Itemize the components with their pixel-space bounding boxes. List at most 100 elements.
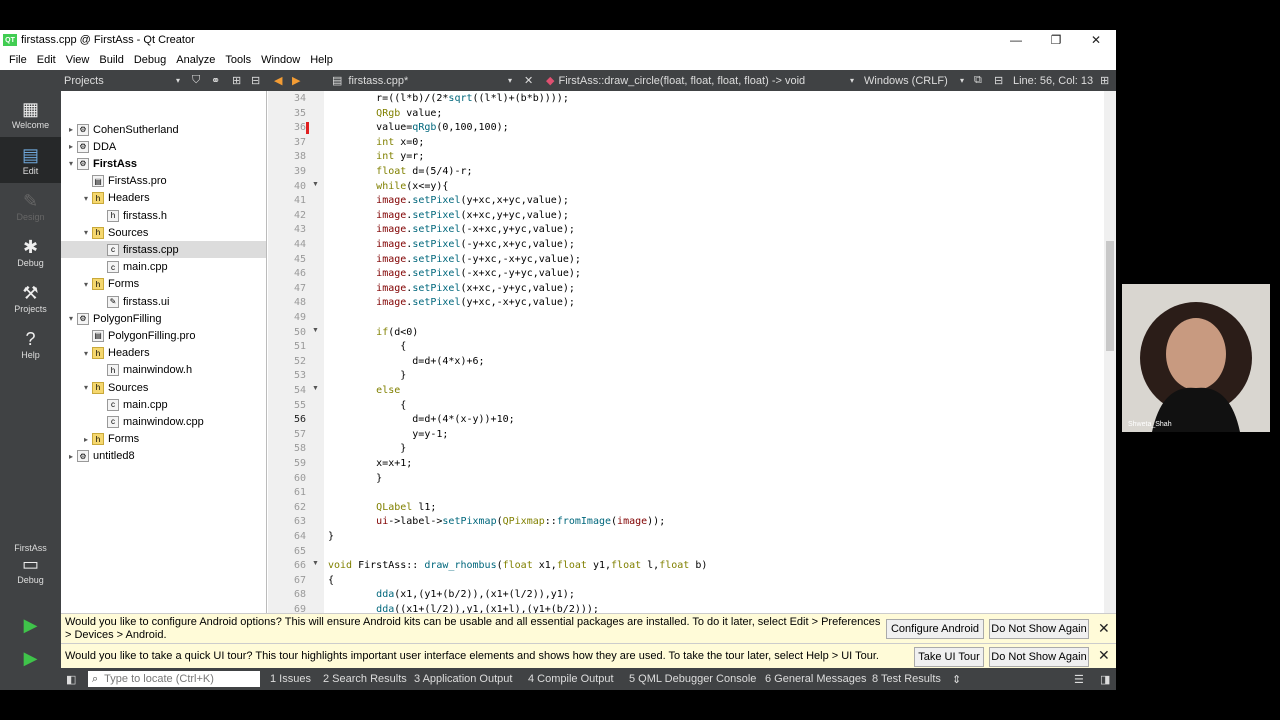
fold-marker-icon[interactable]: ▼ bbox=[312, 327, 319, 334]
code-line[interactable]: { bbox=[328, 400, 406, 411]
code-line[interactable]: if(d<0) bbox=[328, 327, 418, 338]
tree-item[interactable]: c mainwindow.cpp bbox=[61, 413, 266, 430]
code-line[interactable]: image.setPixel(-y+xc,-x+yc,value); bbox=[328, 254, 581, 265]
close-icon[interactable]: ✕ bbox=[1098, 647, 1110, 664]
restore-icon[interactable]: ❐ bbox=[1036, 30, 1076, 50]
mode-projects[interactable]: ⚒ Projects bbox=[0, 275, 61, 321]
forward-icon[interactable]: ▶ bbox=[292, 70, 300, 91]
take-ui-tour-button[interactable]: Take UI Tour bbox=[914, 647, 984, 667]
code-line[interactable]: ui->label->setPixmap(QPixmap::fromImage(… bbox=[328, 516, 665, 527]
chevron-down-icon[interactable]: ▾ bbox=[80, 194, 92, 203]
file-tab[interactable]: ▤ firstass.cpp* ▾ bbox=[332, 70, 518, 91]
tree-item[interactable]: ▤ PolygonFilling.pro bbox=[61, 327, 266, 344]
mode-edit[interactable]: ▤ Edit bbox=[0, 137, 61, 183]
code-line[interactable]: QLabel l1; bbox=[328, 502, 436, 513]
link-icon[interactable]: ⚭ bbox=[211, 70, 220, 91]
chevron-right-icon[interactable]: ▸ bbox=[80, 435, 92, 444]
code-line[interactable]: image.setPixel(x+xc,y+yc,value); bbox=[328, 210, 569, 221]
locator-input[interactable]: ⌕ Type to locate (Ctrl+K) bbox=[88, 671, 260, 687]
output-pane-button[interactable]: 5 QML Debugger Console bbox=[629, 668, 756, 690]
tree-item[interactable]: ▸ ⚙ untitled8 bbox=[61, 448, 266, 465]
vertical-scrollbar[interactable] bbox=[1104, 91, 1116, 643]
code-line[interactable]: } bbox=[328, 531, 334, 542]
code-line[interactable]: y=y-1; bbox=[328, 429, 448, 440]
output-pane-button[interactable]: 8 Test Results bbox=[872, 668, 941, 690]
split-horizontal-icon[interactable]: ⊟ bbox=[994, 70, 1003, 91]
code-line[interactable]: image.setPixel(-x+xc,y+yc,value); bbox=[328, 224, 575, 235]
run-button[interactable]: ▶ bbox=[0, 609, 61, 641]
menu-view[interactable]: View bbox=[61, 54, 95, 66]
chevron-down-icon[interactable]: ▾ bbox=[80, 383, 92, 392]
code-line[interactable]: { bbox=[328, 341, 406, 352]
configure-android-button[interactable]: Configure Android bbox=[886, 619, 984, 639]
tree-item[interactable]: h firstass.h bbox=[61, 207, 266, 224]
code-line[interactable]: while(x<=y){ bbox=[328, 181, 448, 192]
code-line[interactable]: image.setPixel(-y+xc,x+yc,value); bbox=[328, 239, 575, 250]
code-line[interactable]: r=((l*b)/(2*sqrt((l*l)+(b*b)))); bbox=[328, 93, 569, 104]
code-line[interactable]: d=d+(4*x)+6; bbox=[328, 356, 484, 367]
code-line[interactable]: QRgb value; bbox=[328, 108, 442, 119]
code-line[interactable]: image.setPixel(x+xc,-y+yc,value); bbox=[328, 283, 575, 294]
code-line[interactable]: } bbox=[328, 473, 382, 484]
tree-item[interactable]: ▸ h Forms bbox=[61, 431, 266, 448]
code-line[interactable]: image.setPixel(y+xc,-x+yc,value); bbox=[328, 297, 575, 308]
chevron-right-icon[interactable]: ▸ bbox=[65, 452, 77, 461]
tree-item[interactable]: ▤ FirstAss.pro bbox=[61, 173, 266, 190]
split-editor-icon[interactable]: ⧉ bbox=[974, 70, 982, 91]
tree-item[interactable]: ▾ h Sources bbox=[61, 224, 266, 241]
output-pane-button[interactable]: 3 Application Output bbox=[414, 668, 512, 690]
tree-item[interactable]: ▸ ⚙ DDA bbox=[61, 138, 266, 155]
code-line[interactable]: image.setPixel(y+xc,x+yc,value); bbox=[328, 195, 569, 206]
line-ending-selector[interactable]: Windows (CRLF) ▾ bbox=[864, 70, 968, 91]
close-file-icon[interactable]: ✕ bbox=[524, 70, 533, 91]
tree-item[interactable]: h mainwindow.h bbox=[61, 362, 266, 379]
code-line[interactable]: dda(x1,(y1+(b/2)),(x1+(l/2)),y1); bbox=[328, 589, 575, 600]
split-icon[interactable]: ⊞ bbox=[232, 70, 241, 91]
code-line[interactable]: } bbox=[328, 370, 406, 381]
tree-item[interactable]: c main.cpp bbox=[61, 259, 266, 276]
tree-item[interactable]: ▾ h Headers bbox=[61, 345, 266, 362]
output-pane-button[interactable]: 2 Search Results bbox=[323, 668, 407, 690]
menu-build[interactable]: Build bbox=[94, 54, 128, 66]
mode-debug[interactable]: ✱ Debug bbox=[0, 229, 61, 275]
fold-marker-icon[interactable]: ▼ bbox=[312, 385, 319, 392]
do-not-show-again-button[interactable]: Do Not Show Again bbox=[989, 619, 1089, 639]
scrollbar-thumb[interactable] bbox=[1106, 241, 1114, 351]
mode-welcome[interactable]: ▦ Welcome bbox=[0, 91, 61, 137]
tree-item[interactable]: ▾ h Sources bbox=[61, 379, 266, 396]
pane-options-icon[interactable]: ⇕ bbox=[952, 668, 961, 690]
code-line[interactable]: float d=(5/4)-r; bbox=[328, 166, 472, 177]
menu-window[interactable]: Window bbox=[256, 54, 305, 66]
function-selector[interactable]: ◆ FirstAss::draw_circle(float, float, flo… bbox=[546, 70, 858, 91]
code-line[interactable]: d=d+(4*(x-y))+10; bbox=[328, 414, 514, 425]
toggle-output-icon[interactable]: ◨ bbox=[1100, 668, 1110, 690]
code-line[interactable]: } bbox=[328, 443, 406, 454]
output-pane-button[interactable]: 1 Issues bbox=[270, 668, 311, 690]
toggle-sidebar-icon[interactable]: ◧ bbox=[66, 668, 76, 690]
chevron-right-icon[interactable]: ▸ bbox=[65, 125, 77, 134]
code-line[interactable]: void FirstAss:: draw_rhombus(float x1,fl… bbox=[328, 560, 707, 571]
code-editor[interactable]: 34 35 36 37 38 39 40 ▼ 41 42 43 44 45 46 47 48 49 50 ▼ 51 52… bbox=[268, 91, 1116, 643]
chevron-down-icon[interactable]: ▾ bbox=[65, 314, 77, 323]
mode-design[interactable]: ✎ Design bbox=[0, 183, 61, 229]
menu-help[interactable]: Help bbox=[305, 54, 338, 66]
menu-analyze[interactable]: Analyze bbox=[171, 54, 220, 66]
tree-item[interactable]: c firstass.cpp bbox=[61, 241, 266, 259]
chevron-down-icon[interactable]: ▾ bbox=[80, 349, 92, 358]
filter-icon[interactable]: ⛉ bbox=[192, 70, 200, 91]
projects-selector[interactable]: Projects ▾ bbox=[64, 70, 184, 91]
fold-marker-icon[interactable]: ▼ bbox=[312, 560, 319, 567]
chevron-right-icon[interactable]: ▸ bbox=[65, 142, 77, 151]
menu-debug[interactable]: Debug bbox=[129, 54, 171, 66]
chevron-down-icon[interactable]: ▾ bbox=[65, 159, 77, 168]
close-icon[interactable]: ✕ bbox=[1098, 620, 1110, 637]
tree-item[interactable]: ▾ h Headers bbox=[61, 190, 266, 207]
tree-item[interactable]: ▾ ⚙ FirstAss bbox=[61, 155, 266, 172]
menu-tools[interactable]: Tools bbox=[220, 54, 256, 66]
tree-item[interactable]: c main.cpp bbox=[61, 396, 266, 413]
tree-item[interactable]: ▾ ⚙ PolygonFilling bbox=[61, 310, 266, 327]
menu-file[interactable]: File bbox=[4, 54, 32, 66]
tree-item[interactable]: ▸ ⚙ CohenSutherland bbox=[61, 121, 266, 138]
menu-edit[interactable]: Edit bbox=[32, 54, 61, 66]
code-line[interactable]: else bbox=[328, 385, 400, 396]
